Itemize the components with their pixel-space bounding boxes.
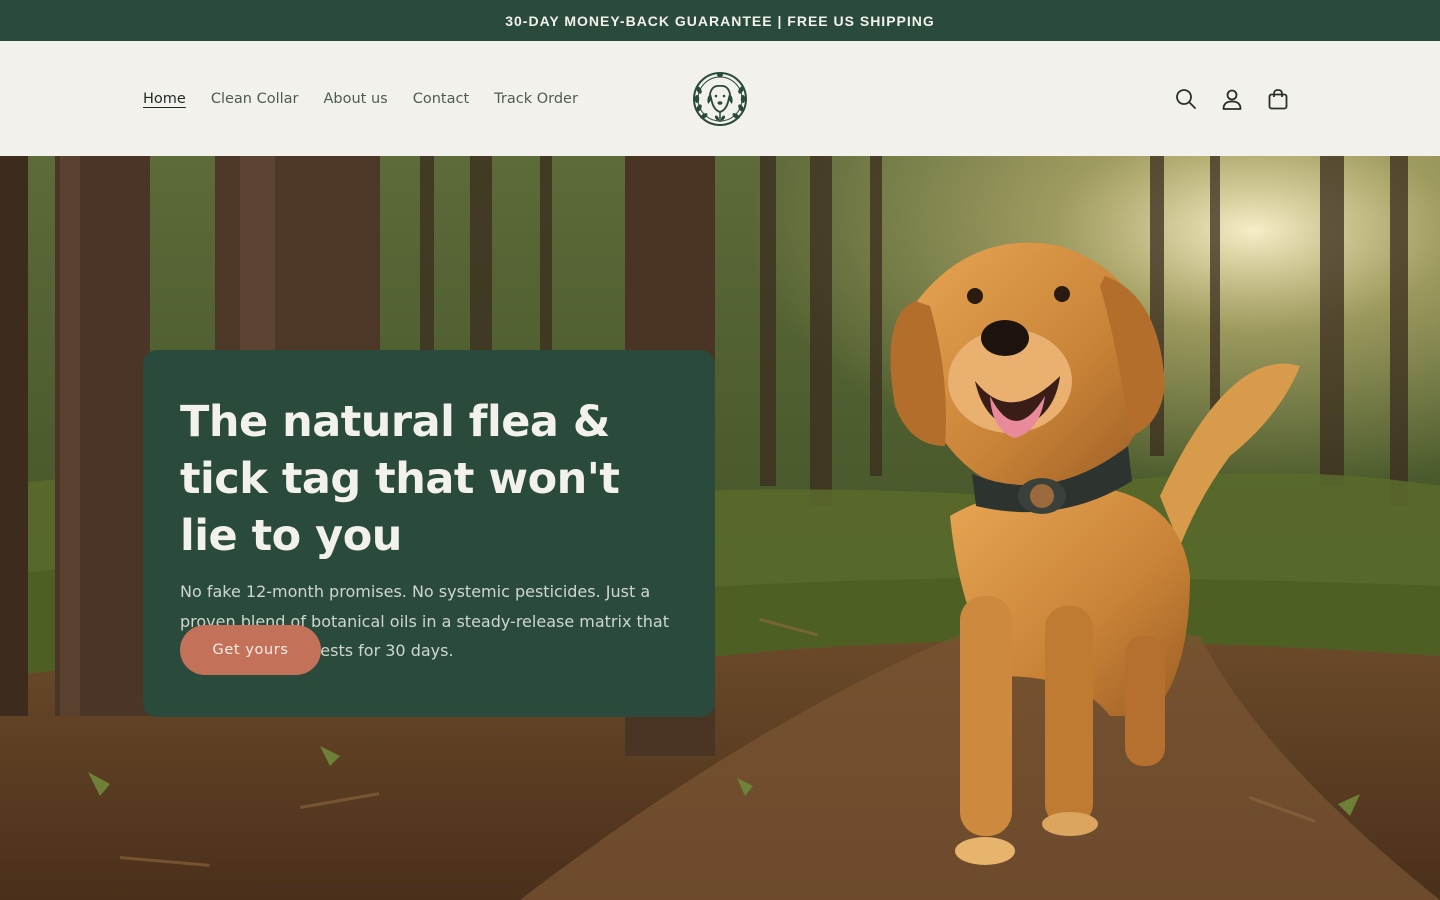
get-yours-button[interactable]: Get yours	[180, 625, 321, 675]
announcement-text: 30-DAY MONEY-BACK GUARANTEE | FREE US SH…	[505, 12, 935, 29]
nav-item-about-us[interactable]: About us	[324, 91, 388, 107]
search-icon[interactable]	[1174, 87, 1198, 111]
hero-card: The natural flea & tick tag that won't l…	[143, 350, 715, 717]
nav-item-contact[interactable]: Contact	[413, 91, 469, 107]
nav-item-clean-collar[interactable]: Clean Collar	[211, 91, 299, 107]
hero-title: The natural flea & tick tag that won't l…	[180, 397, 620, 561]
main-nav: Home Clean Collar About us Contact Track…	[143, 41, 603, 156]
site-header: Home Clean Collar About us Contact Track…	[0, 41, 1440, 156]
header-icons	[1174, 41, 1290, 156]
dog-wreath-logo-icon[interactable]	[690, 68, 750, 130]
nav-item-home[interactable]: Home	[143, 91, 186, 107]
cart-icon[interactable]	[1266, 87, 1290, 111]
account-icon[interactable]	[1220, 87, 1244, 111]
announcement-bar: 30-DAY MONEY-BACK GUARANTEE | FREE US SH…	[0, 0, 1440, 41]
hero-section: The natural flea & tick tag that won't l…	[0, 156, 1440, 900]
nav-item-track-order[interactable]: Track Order	[494, 91, 578, 107]
